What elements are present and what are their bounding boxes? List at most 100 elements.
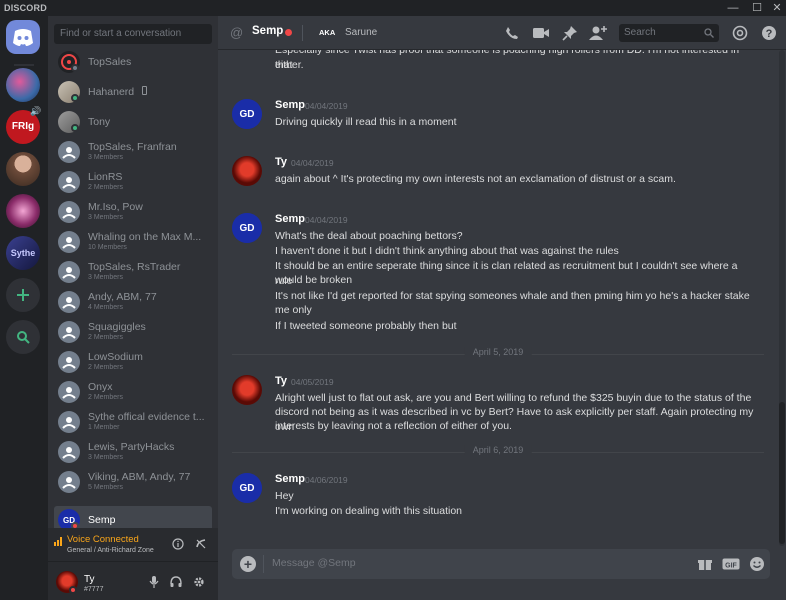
message-author[interactable]: Semp — [275, 99, 305, 111]
message-author[interactable]: Ty — [275, 375, 287, 387]
dm-name: Onyx — [88, 381, 113, 393]
add-server-button[interactable] — [6, 278, 40, 312]
dm-item-group[interactable]: TopSales, Franfran 3 Members — [54, 138, 212, 166]
message-text: me only — [275, 304, 312, 316]
message-text: It's not like I'd get reported for stat … — [275, 290, 750, 302]
dm-item-group[interactable]: Onyx 2 Members — [54, 378, 212, 406]
gif-icon[interactable]: GIF — [722, 557, 740, 571]
info-icon[interactable] — [172, 538, 184, 550]
message-timestamp: 04/04/2019 — [305, 101, 348, 111]
message-timestamp: 04/04/2019 — [305, 215, 348, 225]
message-author[interactable]: Semp — [275, 213, 305, 225]
avatar[interactable]: GD — [232, 213, 262, 243]
scrollbar[interactable] — [779, 50, 785, 546]
voice-call-button[interactable] — [502, 23, 522, 43]
member-count: 3 Members — [88, 454, 124, 461]
dm-list: TopSales Hahanerd Tony TopSales, Franfra… — [48, 48, 218, 538]
group-dm-icon — [58, 381, 80, 403]
dm-item-group[interactable]: Andy, ABM, 77 4 Members — [54, 288, 212, 316]
avatar[interactable]: GD — [232, 473, 262, 503]
search-icon — [704, 28, 714, 38]
dm-item-topsales[interactable]: TopSales — [54, 48, 212, 76]
voice-channel[interactable]: General / Anti-Richard Zone — [67, 547, 154, 554]
group-dm-icon — [58, 411, 80, 433]
date-divider: April 6, 2019 — [232, 445, 764, 455]
message-author[interactable]: Ty — [275, 156, 287, 168]
group-dm-icon — [58, 441, 80, 463]
svg-text:?: ? — [766, 28, 773, 40]
group-dm-icon — [58, 351, 80, 373]
help-icon: ? — [762, 26, 776, 40]
dm-item-group[interactable]: LionRS 2 Members — [54, 168, 212, 196]
dm-item-group[interactable]: LowSodium 2 Members — [54, 348, 212, 376]
svg-text:GD: GD — [240, 223, 255, 234]
member-count: 4 Members — [88, 304, 124, 311]
home-button[interactable] — [6, 20, 40, 54]
group-dm-icon — [58, 261, 80, 283]
dm-item-group[interactable]: TopSales, RsTrader 3 Members — [54, 258, 212, 286]
dm-item-group[interactable]: Squagiggles 2 Members — [54, 318, 212, 346]
date-divider-label: April 5, 2019 — [464, 347, 532, 357]
status-badge — [71, 124, 79, 132]
svg-text:GD: GD — [240, 109, 255, 120]
upload-button[interactable]: + — [240, 556, 256, 572]
avatar[interactable] — [232, 375, 262, 405]
explore-servers-button[interactable] — [6, 320, 40, 354]
server-icon-5[interactable]: Sythe — [6, 236, 40, 270]
disconnect-icon[interactable] — [195, 538, 207, 550]
video-call-button[interactable] — [531, 23, 551, 43]
scrollbar-thumb[interactable] — [779, 402, 785, 544]
dm-item-group[interactable]: Lewis, PartyHacks 3 Members — [54, 438, 212, 466]
gift-icon[interactable] — [698, 557, 712, 571]
dm-item-hahanerd[interactable]: Hahanerd — [54, 78, 212, 106]
member-count: 5 Members — [88, 484, 124, 491]
dm-name: TopSales — [88, 56, 132, 68]
minimize-button[interactable]: — — [726, 1, 740, 15]
group-dm-icon — [58, 201, 80, 223]
dm-name: Semp — [88, 514, 116, 526]
dm-item-group[interactable]: Viking, ABM, Andy, 77 5 Members — [54, 468, 212, 496]
dm-item-group[interactable]: Sythe offical evidence t... 1 Member — [54, 408, 212, 436]
message-timestamp: 04/04/2019 — [291, 158, 334, 168]
member-count: 2 Members — [88, 184, 124, 191]
chat-area: @ Semp AKA Sarune Search ? Especially si… — [218, 16, 786, 600]
server-icon-4[interactable] — [6, 194, 40, 228]
speaker-icon: 🔊 — [30, 106, 42, 116]
group-dm-icon — [58, 141, 80, 163]
username: Ty — [84, 574, 95, 585]
at-icon: @ — [230, 25, 244, 40]
dm-name: Hahanerd — [88, 86, 135, 98]
search-input[interactable]: Search — [619, 24, 719, 42]
message-text: I'm working on dealing with this situati… — [275, 505, 463, 517]
group-dm-icon — [58, 231, 80, 253]
server-icon-1[interactable] — [6, 68, 40, 102]
message-author[interactable]: Semp — [275, 473, 305, 485]
close-button[interactable]: ✕ — [770, 1, 784, 15]
chat-header: @ Semp AKA Sarune Search ? — [218, 16, 786, 50]
microphone-icon[interactable] — [149, 576, 159, 588]
mentions-button[interactable] — [730, 23, 750, 43]
avatar[interactable]: GD — [232, 99, 262, 129]
member-count: 2 Members — [88, 394, 124, 401]
avatar[interactable] — [232, 156, 262, 186]
user-panel: Ty #7777 — [48, 562, 218, 600]
maximize-button[interactable]: ☐ — [750, 1, 764, 15]
pinned-messages-button[interactable] — [560, 23, 580, 43]
status-badge — [285, 29, 292, 36]
add-user-icon — [589, 26, 607, 40]
server-separator — [14, 64, 34, 66]
server-icon-3[interactable] — [6, 152, 40, 186]
dm-item-group[interactable]: Mr.Iso, Pow 3 Members — [54, 198, 212, 226]
pin-icon — [562, 26, 577, 41]
phone-icon — [506, 27, 518, 39]
headphones-icon[interactable] — [170, 576, 182, 588]
voice-status: Voice Connected — [67, 534, 139, 545]
emoji-icon[interactable] — [749, 556, 765, 572]
dm-item-tony[interactable]: Tony — [54, 108, 212, 136]
find-conversation-input[interactable]: Find or start a conversation — [54, 24, 212, 44]
gear-icon[interactable] — [193, 576, 205, 588]
help-button[interactable]: ? — [759, 23, 779, 43]
add-friend-button[interactable] — [588, 23, 608, 43]
dm-item-group[interactable]: Whaling on the Max M... 10 Members — [54, 228, 212, 256]
message-input[interactable]: Message @Semp — [272, 557, 356, 569]
